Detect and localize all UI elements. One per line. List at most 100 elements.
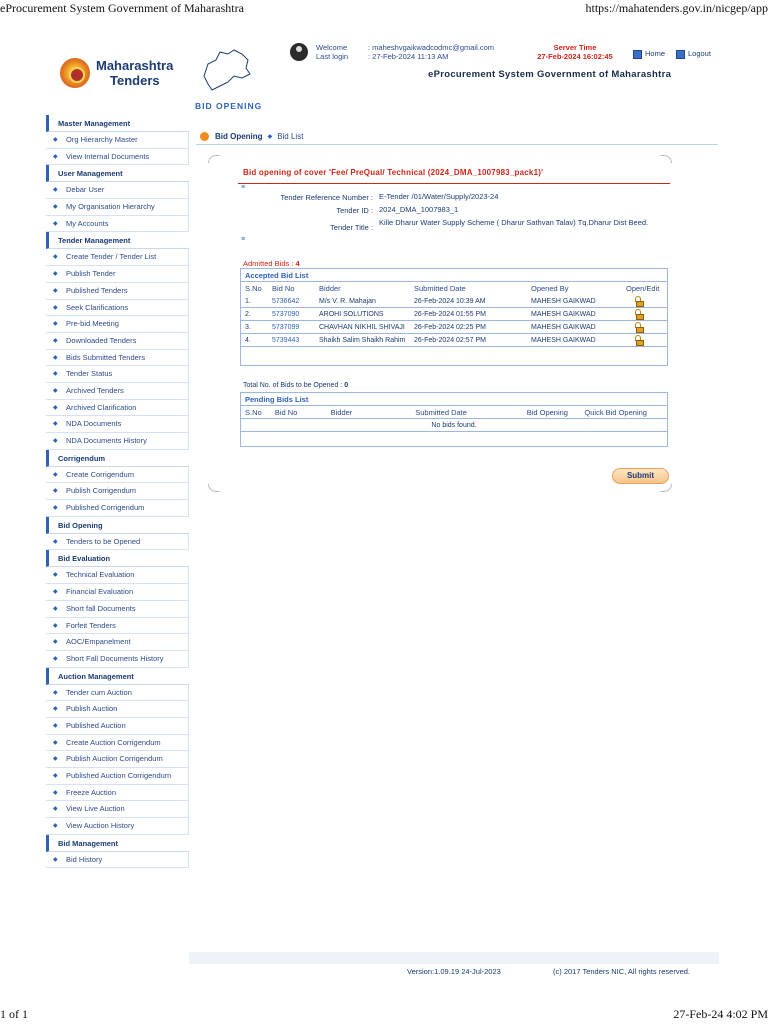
sidebar-item[interactable]: ◆ View Internal Documents bbox=[46, 148, 189, 166]
sidebar-item[interactable]: ◆ Financial Evaluation bbox=[46, 584, 189, 601]
admitted-bids-count: 4 bbox=[295, 259, 300, 268]
collapse-icon[interactable]: ≡ bbox=[241, 236, 245, 243]
cell-sno: 4. bbox=[245, 337, 251, 344]
logout-button[interactable]: Logout bbox=[676, 48, 711, 60]
unlock-icon[interactable] bbox=[634, 322, 644, 333]
sidebar-item[interactable]: ◆ NDA Documents bbox=[46, 416, 189, 433]
breadcrumb-bid-opening[interactable]: Bid Opening bbox=[215, 132, 263, 141]
sidebar-item[interactable]: ◆ My Organisation Hierarchy bbox=[46, 199, 189, 216]
sidebar-item[interactable]: ◆ Seek Clarifications bbox=[46, 299, 189, 317]
sidebar-item[interactable]: ◆ Create Corrigendum bbox=[46, 466, 189, 484]
bullet-icon: ◆ bbox=[53, 254, 58, 261]
sidebar-item-label: Publish Corrigendum bbox=[66, 486, 137, 496]
sidebar-section-4[interactable]: Bid Opening bbox=[46, 516, 189, 534]
bullet-icon: ◆ bbox=[53, 153, 58, 160]
sidebar-item[interactable]: ◆ Forfeit Tenders bbox=[46, 617, 189, 635]
sidebar-item[interactable]: ◆ Short Fall Documents History bbox=[46, 650, 189, 668]
sidebar-item[interactable]: ◆ Published Corrigendum bbox=[46, 500, 189, 517]
logout-icon bbox=[676, 49, 685, 59]
bullet-icon: ◆ bbox=[53, 639, 58, 646]
tender-title-label: Tender Title : bbox=[330, 223, 373, 232]
open-edit-cell bbox=[622, 334, 667, 346]
sidebar-item[interactable]: ◆ NDA Documents History bbox=[46, 433, 189, 450]
sidebar-item[interactable]: ◆ Publish Corrigendum bbox=[46, 483, 189, 501]
sidebar-item[interactable]: ◆ Org Hierarchy Master bbox=[46, 132, 189, 149]
expand-icon[interactable]: ≡ bbox=[241, 184, 245, 191]
sidebar-item[interactable]: ◆ Create Tender / Tender List bbox=[46, 249, 189, 267]
panel-corner bbox=[660, 484, 672, 492]
print-header-title: eProcurement System Government of Mahara… bbox=[0, 1, 244, 15]
welcome-label: Welcome bbox=[316, 43, 348, 52]
sidebar-item-label: Create Corrigendum bbox=[66, 469, 134, 479]
sidebar-item-label: Tender Status bbox=[66, 369, 113, 379]
sidebar-item[interactable]: ◆ Published Auction bbox=[46, 717, 189, 735]
bullet-icon: ◆ bbox=[53, 538, 58, 545]
sidebar-item[interactable]: ◆ Pre-bid Meeting bbox=[46, 316, 189, 333]
sidebar-item[interactable]: ◆ Debar User bbox=[46, 182, 189, 200]
sidebar-item[interactable]: ◆ Tender Status bbox=[46, 366, 189, 383]
unlock-icon[interactable] bbox=[634, 296, 644, 307]
sidebar-item[interactable]: ◆ Create Auction Corrigendum bbox=[46, 734, 189, 752]
sidebar-item[interactable]: ◆ Tender cum Auction bbox=[46, 684, 189, 702]
sidebar-item[interactable]: ◆ AOC/Empanelment bbox=[46, 634, 189, 651]
bullet-icon: ◆ bbox=[53, 773, 58, 779]
sidebar-item-label: Archived Clarification bbox=[66, 402, 137, 412]
unlock-icon[interactable] bbox=[634, 335, 644, 346]
sidebar-item[interactable]: ◆ Short fall Documents bbox=[46, 600, 189, 618]
footer-copyright: (c) 2017 Tenders NIC, All rights reserve… bbox=[553, 967, 691, 976]
sidebar-item[interactable]: ◆ Technical Evaluation bbox=[46, 567, 189, 585]
sidebar-item[interactable]: ◆ Tenders to be Opened bbox=[46, 533, 189, 551]
sidebar-item[interactable]: ◆ View Auction History bbox=[46, 818, 189, 835]
sidebar-section-5[interactable]: Bid Evaluation bbox=[46, 550, 189, 568]
sidebar-item[interactable]: ◆ Publish Tender bbox=[46, 266, 189, 283]
sidebar-item[interactable]: ◆ Freeze Auction bbox=[46, 784, 189, 802]
sidebar-item[interactable]: ◆ Downloaded Tenders bbox=[46, 332, 189, 350]
bid-number-link[interactable]: 5739443 bbox=[268, 334, 315, 346]
sidebar-section-3[interactable]: Corrigendum bbox=[46, 449, 189, 467]
sidebar-item[interactable]: ◆ Publish Auction bbox=[46, 701, 189, 718]
sidebar-section-6[interactable]: Auction Management bbox=[46, 667, 189, 685]
column-header: Opened By bbox=[531, 284, 569, 293]
sidebar-item[interactable]: ◆ Publish Auction Corrigendum bbox=[46, 751, 189, 768]
sidebar-item-label: Publish Auction Corrigendum bbox=[66, 754, 163, 764]
unlock-icon[interactable] bbox=[634, 309, 644, 320]
sidebar-menu: Master Management ◆ Org Hierarchy Master ◆ V… bbox=[46, 115, 189, 869]
bullet-icon: ◆ bbox=[53, 856, 58, 863]
submit-button[interactable]: Submit bbox=[612, 468, 669, 484]
state-emblem-icon bbox=[60, 58, 90, 88]
sidebar-item[interactable]: ◆ View Live Auction bbox=[46, 801, 189, 819]
bullet-icon: ◆ bbox=[53, 421, 58, 428]
bullet-icon: ◆ bbox=[53, 655, 58, 662]
sidebar-item-label: Downloaded Tenders bbox=[66, 335, 137, 345]
sidebar-item[interactable]: ◆ Published Tenders bbox=[46, 282, 189, 300]
breadcrumb-bid-list[interactable]: Bid List bbox=[277, 132, 303, 141]
sidebar-item[interactable]: ◆ My Accounts bbox=[46, 215, 189, 233]
server-time: Server Time 27-Feb-2024 16:02:45 bbox=[527, 43, 623, 61]
bid-number-link[interactable]: 5737099 bbox=[268, 321, 315, 333]
sidebar-item-label: Short Fall Documents History bbox=[66, 653, 164, 663]
sidebar-item-label: AOC/Empanelment bbox=[66, 637, 131, 647]
bullet-icon: ◆ bbox=[53, 806, 58, 813]
home-button[interactable]: Home bbox=[633, 48, 665, 60]
sidebar-section-0[interactable]: Master Management bbox=[46, 115, 189, 132]
bid-number-link[interactable]: 5736642 bbox=[268, 295, 315, 307]
bid-number-link[interactable]: 5737090 bbox=[268, 308, 315, 320]
accepted-bid-list-title: Accepted Bid List bbox=[241, 269, 667, 282]
column-header: Bidder bbox=[319, 284, 341, 293]
print-timestamp: 27-Feb-24 4:02 PM bbox=[673, 1007, 768, 1021]
bullet-icon: ◆ bbox=[53, 756, 58, 763]
sidebar-item[interactable]: ◆ Published Auction Corrigendum bbox=[46, 768, 189, 785]
sidebar-section-7[interactable]: Bid Management bbox=[46, 834, 189, 852]
bullet-icon: ◆ bbox=[53, 622, 58, 629]
sidebar-item-label: Short fall Documents bbox=[66, 603, 136, 613]
cell-by: MAHESH GAIKWAD bbox=[531, 311, 596, 318]
sidebar-section-2[interactable]: Tender Management bbox=[46, 232, 189, 250]
sidebar-item[interactable]: ◆ Archived Clarification bbox=[46, 399, 189, 417]
breadcrumb-arrow-icon: ◆ bbox=[267, 134, 273, 140]
site-title: eProcurement System Government of Mahara… bbox=[428, 69, 672, 80]
sidebar-item[interactable]: ◆ Archived Tenders bbox=[46, 382, 189, 400]
sidebar-section-1[interactable]: User Management bbox=[46, 165, 189, 183]
sidebar-item[interactable]: ◆ Bid History bbox=[46, 851, 189, 869]
site-logo[interactable]: Maharashtra Tenders bbox=[60, 50, 190, 96]
sidebar-item[interactable]: ◆ Bids Submitted Tenders bbox=[46, 349, 189, 367]
